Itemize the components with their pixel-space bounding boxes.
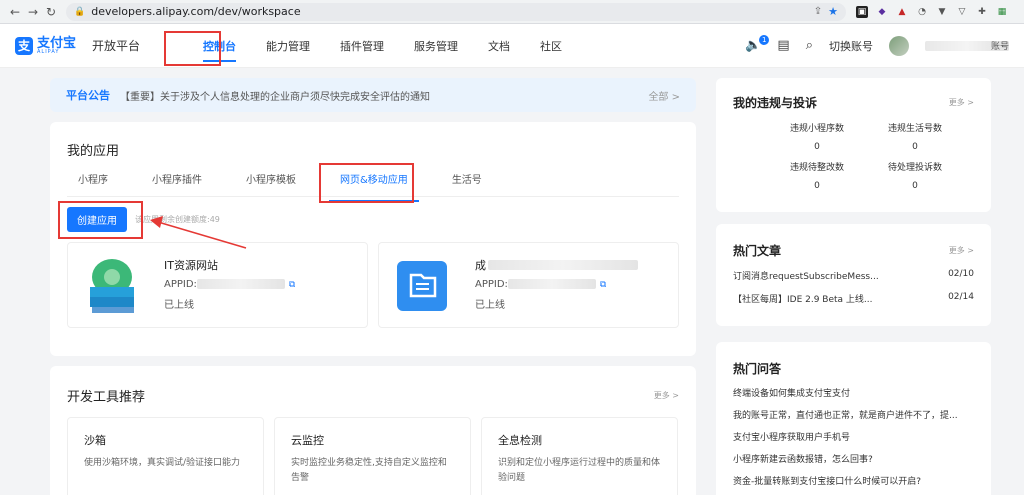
list-item[interactable]: 资金-批量转账到支付宝接口什么时候可以开启? <box>733 474 974 487</box>
nav-services[interactable]: 服务管理 <box>399 24 473 68</box>
nav-capability[interactable]: 能力管理 <box>251 24 325 68</box>
app-status: 已上线 <box>164 300 194 311</box>
bookmark-star-icon[interactable]: ★ <box>828 5 838 18</box>
extension-icon[interactable]: ▲ <box>896 6 908 18</box>
dev-tools-title: 开发工具推荐 <box>67 390 146 405</box>
stat-violation-miniprogram[interactable]: 违规小程序数 0 <box>778 121 856 152</box>
forward-icon[interactable]: → <box>24 3 42 21</box>
stat-violation-lifestyle[interactable]: 违规生活号数 0 <box>876 121 954 152</box>
extension-icon[interactable]: ◔ <box>916 6 928 18</box>
my-apps-card: 我的应用 小程序 小程序插件 小程序模板 网页&移动应用 生活号 创建应用 该应… <box>50 122 696 356</box>
hot-articles-card: 热门文章 更多 > 订阅消息requestSubscribeMess... 02… <box>716 224 991 326</box>
tool-desc: 识别和定位小程序运行过程中的质量和体验问题 <box>498 458 661 483</box>
stat-pending-complaints[interactable]: 待处理投诉数 0 <box>876 160 954 191</box>
create-quota-text: 该应用剩余创建额度:49 <box>135 215 220 224</box>
avatar[interactable] <box>889 35 909 56</box>
back-icon[interactable]: ← <box>6 3 24 21</box>
switch-account-link[interactable]: 切换账号 <box>829 38 873 54</box>
violations-title: 我的违规与投诉 <box>733 96 818 110</box>
app-card[interactable]: IT资源网站 APPID: ⧉ 已上线 <box>67 242 368 328</box>
extensions: ▣ ◆ ▲ ◔ ▼ ▽ ✚ ▦ <box>856 5 1008 18</box>
announcement-all-link[interactable]: 全部 > <box>648 88 680 103</box>
announcement-message[interactable]: 【重要】关于涉及个人信息处理的企业商户须尽快完成安全评估的通知 <box>120 88 648 103</box>
tab-miniprogram[interactable]: 小程序 <box>67 171 119 196</box>
list-item[interactable]: 【社区每周】IDE 2.9 Beta 上线... 02/14 <box>733 292 974 305</box>
logo-text-en: ALIPAY <box>37 48 60 55</box>
stat-pending-rectify[interactable]: 违规待整改数 0 <box>778 160 856 191</box>
url-text: developers.alipay.com/dev/workspace <box>91 5 301 18</box>
tool-card-sandbox[interactable]: 沙箱 使用沙箱环境，真实调试/验证接口能力 <box>67 417 264 495</box>
platform-title: 开放平台 <box>92 39 141 53</box>
hot-qa-title: 热门问答 <box>733 362 782 376</box>
appid-label: APPID: <box>164 279 197 290</box>
app-type-tabs: 小程序 小程序插件 小程序模板 网页&移动应用 生活号 <box>67 171 679 202</box>
tool-desc: 实时监控业务稳定性,支持自定义监控和告警 <box>291 458 447 483</box>
tool-title: 全息检测 <box>498 434 542 447</box>
document-app-icon <box>397 261 447 311</box>
copy-icon[interactable]: ⧉ <box>289 280 295 290</box>
document-icon[interactable]: ▤ <box>777 38 789 53</box>
my-apps-title: 我的应用 <box>67 144 120 159</box>
copy-icon[interactable]: ⧉ <box>600 280 606 290</box>
nav-docs[interactable]: 文档 <box>473 24 525 68</box>
dev-tools-more-link[interactable]: 更多 > <box>654 390 679 401</box>
list-item[interactable]: 小程序新建云函数报错，怎么回事? <box>733 452 974 465</box>
extension-icon[interactable]: ▦ <box>996 6 1008 18</box>
violations-card: 我的违规与投诉 更多 > 违规小程序数 0 违规生活号数 0 违规待整改数 0 … <box>716 78 991 212</box>
app-name[interactable]: IT资源网站 <box>164 257 295 273</box>
app-status: 已上线 <box>475 300 505 311</box>
nav-community[interactable]: 社区 <box>525 24 577 68</box>
appid-value-redacted <box>507 279 596 289</box>
create-app-button[interactable]: 创建应用 <box>67 207 127 232</box>
hot-articles-title: 热门文章 <box>733 244 782 258</box>
nav-console[interactable]: 控制台 <box>188 24 251 68</box>
dev-tools-card: 开发工具推荐 更多 > 沙箱 使用沙箱环境，真实调试/验证接口能力 云监控 实时… <box>50 366 696 495</box>
extension-icon[interactable]: ▽ <box>956 6 968 18</box>
tool-card-holo-check[interactable]: 全息检测 识别和定位小程序运行过程中的质量和体验问题 <box>481 417 678 495</box>
app-name-redacted <box>488 260 638 270</box>
extension-icon[interactable]: ◆ <box>876 6 888 18</box>
site-header: 支 支付宝 ALIPAY 开放平台 控制台 能力管理 插件管理 服务管理 文档 … <box>0 24 1024 68</box>
notification-icon[interactable]: 🔈 1 <box>745 35 770 53</box>
alipay-logo[interactable]: 支 支付宝 ALIPAY <box>15 35 77 55</box>
list-item[interactable]: 支付宝小程序获取用户手机号 <box>733 430 974 443</box>
extension-icon[interactable]: ▼ <box>936 6 948 18</box>
list-item[interactable]: 我的账号正常，直付通也正常，就是商户进件不了，提... <box>733 408 974 421</box>
appid-value-redacted <box>196 279 285 289</box>
violations-more-link[interactable]: 更多 > <box>949 97 974 108</box>
notification-badge: 1 <box>758 35 770 45</box>
tool-desc: 使用沙箱环境，真实调试/验证接口能力 <box>84 458 241 468</box>
announcement-tag: 平台公告 <box>66 89 110 102</box>
list-item[interactable]: 订阅消息requestSubscribeMess... 02/10 <box>733 269 974 282</box>
books-app-icon <box>90 259 134 313</box>
hot-qa-card: 热门问答 终端设备如何集成支付宝支付 我的账号正常，直付通也正常，就是商户进件不… <box>716 342 991 495</box>
account-name[interactable]: 账号 <box>925 40 1009 52</box>
search-icon[interactable]: ⌕ <box>806 38 813 53</box>
address-bar[interactable]: 🔒 developers.alipay.com/dev/workspace ⇪ … <box>66 2 846 21</box>
share-icon[interactable]: ⇪ <box>814 6 822 17</box>
puzzle-icon[interactable]: ✚ <box>976 6 988 18</box>
tab-lifestyle[interactable]: 生活号 <box>441 171 493 196</box>
tab-miniprogram-plugin[interactable]: 小程序插件 <box>141 171 213 196</box>
lock-icon: 🔒 <box>74 6 86 17</box>
list-item[interactable]: 终端设备如何集成支付宝支付 <box>733 386 974 399</box>
app-name[interactable]: 成 <box>475 257 486 273</box>
announcement-bar[interactable]: 平台公告 【重要】关于涉及个人信息处理的企业商户须尽快完成安全评估的通知 全部 … <box>50 78 696 112</box>
hot-articles-more-link[interactable]: 更多 > <box>949 245 974 256</box>
tab-miniprogram-template[interactable]: 小程序模板 <box>235 171 307 196</box>
tool-title: 云监控 <box>291 434 324 447</box>
alipay-logo-icon: 支 <box>15 36 33 55</box>
logo-text-cn: 支付宝 <box>37 35 77 51</box>
browser-toolbar: ← → ↻ 🔒 developers.alipay.com/dev/worksp… <box>0 0 1024 24</box>
appid-label: APPID: <box>475 279 508 290</box>
tool-card-cloud-monitor[interactable]: 云监控 实时监控业务稳定性,支持自定义监控和告警 <box>274 417 471 495</box>
main-nav: 控制台 能力管理 插件管理 服务管理 文档 社区 <box>188 24 577 68</box>
app-card[interactable]: 成 APPID: ⧉ 已上线 <box>378 242 679 328</box>
tool-title: 沙箱 <box>84 434 106 447</box>
extension-icon[interactable]: ▣ <box>856 5 868 18</box>
reload-icon[interactable]: ↻ <box>42 3 60 21</box>
nav-plugins[interactable]: 插件管理 <box>325 24 399 68</box>
tab-web-mobile-app[interactable]: 网页&移动应用 <box>329 171 419 202</box>
